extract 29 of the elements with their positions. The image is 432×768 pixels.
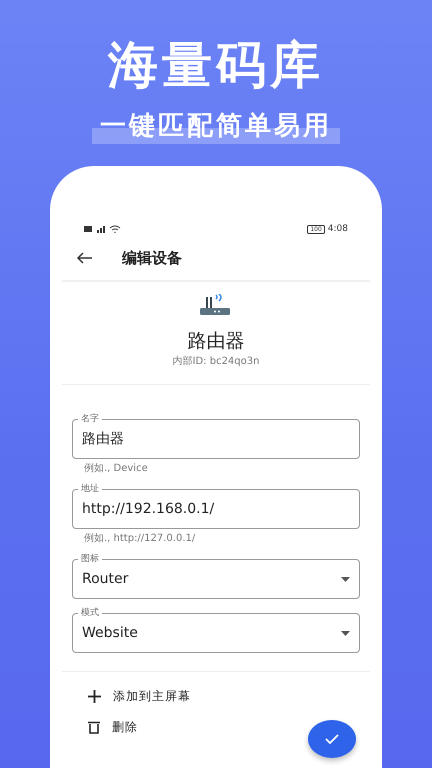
field-label: 名字 <box>78 413 102 425</box>
input-field[interactable]: 地址 http://192.168.0.1/ <box>72 483 360 529</box>
field-value: Router <box>82 571 128 587</box>
field-label: 模式 <box>78 607 102 619</box>
dropdown-caret-icon <box>341 576 350 582</box>
internal-id: 内部ID: bc24qo3n <box>172 354 260 368</box>
helper-text: 例如., Device <box>83 462 149 475</box>
field-value: http://192.168.0.1/ <box>82 501 214 517</box>
trash-icon <box>88 721 100 734</box>
headline: 海量码库 <box>108 35 324 96</box>
action-link[interactable]: 删除 <box>112 719 138 736</box>
action-link[interactable]: 添加到主屏幕 <box>113 688 191 705</box>
dropdown-field[interactable]: 图标 Router <box>72 553 360 599</box>
plus-icon <box>88 690 101 703</box>
status-time: 4:08 <box>328 224 348 234</box>
dropdown-caret-icon <box>341 630 350 636</box>
check-icon <box>325 734 339 744</box>
input-field[interactable]: 名字 路由器 <box>72 413 360 459</box>
save-button[interactable] <box>308 720 356 758</box>
screen-title: 编辑设备 <box>122 248 182 268</box>
field-value: Website <box>82 625 138 641</box>
device-name: 路由器 <box>188 329 244 354</box>
field-value: 路由器 <box>82 430 124 448</box>
helper-text: 例如., http://127.0.0.1/ <box>83 532 196 545</box>
router-icon <box>200 294 232 316</box>
field-label: 地址 <box>78 483 102 495</box>
field-label: 图标 <box>78 553 102 565</box>
back-arrow-icon[interactable] <box>76 252 92 264</box>
dropdown-field[interactable]: 模式 Website <box>72 607 360 653</box>
